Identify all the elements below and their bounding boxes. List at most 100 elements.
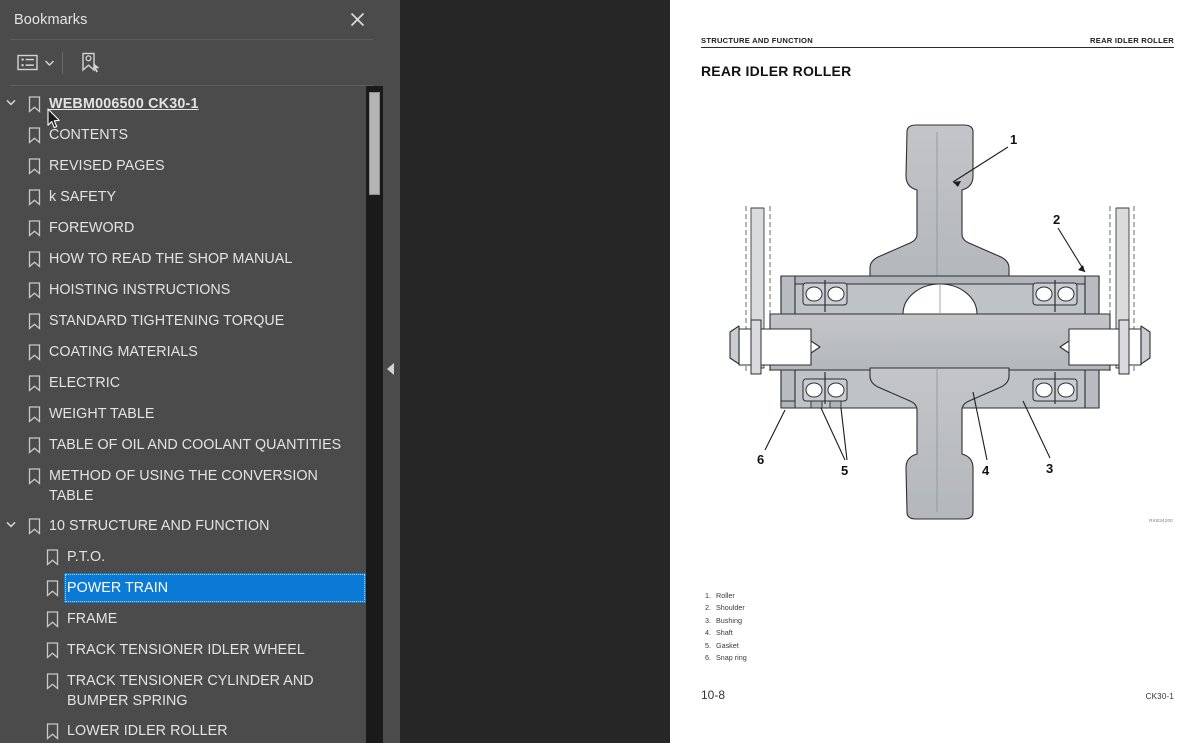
bookmark-icon [22,337,46,361]
header-left-text: STRUCTURE AND FUNCTION [701,36,813,45]
bookmark-item-label: HOW TO READ THE SHOP MANUAL [49,251,293,267]
bookmark-item-label: COATING MATERIALS [49,344,198,360]
parts-legend-number: 1. [705,591,711,600]
bookmark-item[interactable]: HOW TO READ THE SHOP MANUAL [0,244,366,275]
bookmark-icon [40,635,64,659]
parts-legend-item: 3. Bushing [705,615,747,627]
callout-2: 2 [1053,212,1060,227]
pdf-reader-window: Bookmarks WEBM006500 CK30-1 CONTENTS REV… [0,0,1200,743]
pdf-page: STRUCTURE AND FUNCTION REAR IDLER ROLLER… [670,0,1200,743]
bookmark-icon [22,89,46,113]
bookmark-item[interactable]: WEIGHT TABLE [0,399,366,430]
bookmark-icon [40,666,64,690]
panel-title: Bookmarks [14,11,88,28]
bookmark-item-label: k SAFETY [49,189,117,205]
bookmark-item[interactable]: HOISTING INSTRUCTIONS [0,275,366,306]
bookmark-item-label: LOWER IDLER ROLLER [67,723,228,739]
bookmark-item[interactable]: REVISED PAGES [0,151,366,182]
bookmark-item[interactable]: TRACK TENSIONER CYLINDER AND BUMPER SPRI… [0,666,366,716]
parts-legend-number: 2. [705,603,711,613]
bookmark-item-label: ELECTRIC [49,375,121,391]
callout-3: 3 [1046,461,1053,476]
bookmark-item[interactable]: ELECTRIC [0,368,366,399]
pdf-page-viewer[interactable]: STRUCTURE AND FUNCTION REAR IDLER ROLLER… [400,0,1200,743]
bookmark-item-label: STANDARD TIGHTENING TORQUE [49,313,285,329]
chevron-down-icon[interactable] [0,511,22,528]
parts-legend-name: Snap ring [716,653,747,663]
callout-5: 5 [841,463,848,478]
bookmark-item[interactable]: WEBM006500 CK30-1 [0,89,366,120]
bookmark-item-label: TRACK TENSIONER CYLINDER AND BUMPER SPRI… [67,673,314,709]
bookmark-icon [22,244,46,268]
new-bookmark-icon[interactable] [75,49,105,77]
page-running-header: STRUCTURE AND FUNCTION REAR IDLER ROLLER [701,36,1174,48]
bookmark-icon [22,511,46,535]
bookmark-icon [22,213,46,237]
bookmark-item[interactable]: FOREWORD [0,213,366,244]
header-right-text: REAR IDLER ROLLER [1090,36,1174,45]
bookmark-icon [22,368,46,392]
bookmark-icon [40,573,64,597]
parts-legend-number: 5. [705,640,711,650]
parts-legend-name: Shaft [716,628,733,638]
scrollbar-thumb[interactable] [369,92,380,195]
bookmark-item-label: WEIGHT TABLE [49,406,155,422]
parts-legend-name: Shoulder [716,603,745,613]
bookmark-item-label: FOREWORD [49,220,135,236]
bookmark-item[interactable]: 10 STRUCTURE AND FUNCTION [0,511,366,542]
bookmark-item-label: TABLE OF OIL AND COOLANT QUANTITIES [49,437,342,453]
bookmark-item[interactable]: LOWER IDLER ROLLER [0,716,366,743]
page-footer: 10-8 CK30-1 [701,688,1174,702]
bookmark-icon [22,151,46,175]
parts-legend-number: 6. [705,653,711,663]
bookmark-item-label: P.T.O. [67,549,106,565]
bookmark-item-label: FRAME [67,611,118,627]
figure-code: RKB34200 [1149,518,1173,523]
vertical-scrollbar[interactable] [366,86,383,743]
chevron-down-icon[interactable] [42,49,56,77]
bookmark-item[interactable]: CONTENTS [0,120,366,151]
bookmark-item[interactable]: P.T.O. [0,542,366,573]
bookmark-icon [22,275,46,299]
bookmark-icon [40,716,64,740]
parts-legend-name: Bushing [716,615,742,625]
chevron-down-icon[interactable] [0,89,22,106]
page-title: REAR IDLER ROLLER [701,63,852,79]
collapse-panel-arrow-icon[interactable] [387,363,394,375]
bookmark-item[interactable]: k SAFETY [0,182,366,213]
bookmark-icon [22,461,46,485]
list-options-icon[interactable] [12,49,42,77]
bookmark-item[interactable]: POWER TRAIN [0,573,366,604]
parts-legend-name: Gasket [716,640,739,650]
bookmark-item-label: WEBM006500 CK30-1 [49,96,199,112]
bookmarks-panel-header: Bookmarks [0,0,383,39]
bookmark-icon [22,182,46,206]
bookmark-item[interactable]: TRACK TENSIONER IDLER WHEEL [0,635,366,666]
close-icon[interactable] [344,7,370,33]
bookmark-item-label: CONTENTS [49,127,129,143]
bookmark-icon [22,430,46,454]
bookmark-item[interactable]: METHOD OF USING THE CONVERSION TABLE [0,461,366,511]
bookmark-item[interactable]: TABLE OF OIL AND COOLANT QUANTITIES [0,430,366,461]
bookmark-item-label: REVISED PAGES [49,158,165,174]
callout-1: 1 [1010,132,1017,147]
bookmark-item-label: POWER TRAIN [64,573,366,603]
bookmark-icon [22,399,46,423]
toolbar-separator [62,51,63,74]
document-code: CK30-1 [1145,692,1174,701]
bookmark-item-label: 10 STRUCTURE AND FUNCTION [49,518,270,534]
bookmark-item[interactable]: COATING MATERIALS [0,337,366,368]
parts-legend-item: 5. Gasket [705,640,747,652]
bookmark-icon [40,542,64,566]
parts-legend-item: 2. Shoulder [705,602,747,614]
bookmark-item[interactable]: FRAME [0,604,366,635]
bookmarks-tree-container: WEBM006500 CK30-1 CONTENTS REVISED PAGES k … [0,86,383,743]
panel-splitter[interactable] [383,0,400,743]
rear-idler-roller-diagram: 1 2 3 4 5 6 [729,124,1151,520]
callout-6: 6 [757,452,764,467]
parts-legend-item: 6. Snap ring [705,652,747,664]
bookmark-item[interactable]: STANDARD TIGHTENING TORQUE [0,306,366,337]
page-number: 10-8 [701,688,726,702]
bookmark-icon [22,306,46,330]
bookmarks-tree: WEBM006500 CK30-1 CONTENTS REVISED PAGES k … [0,86,366,743]
